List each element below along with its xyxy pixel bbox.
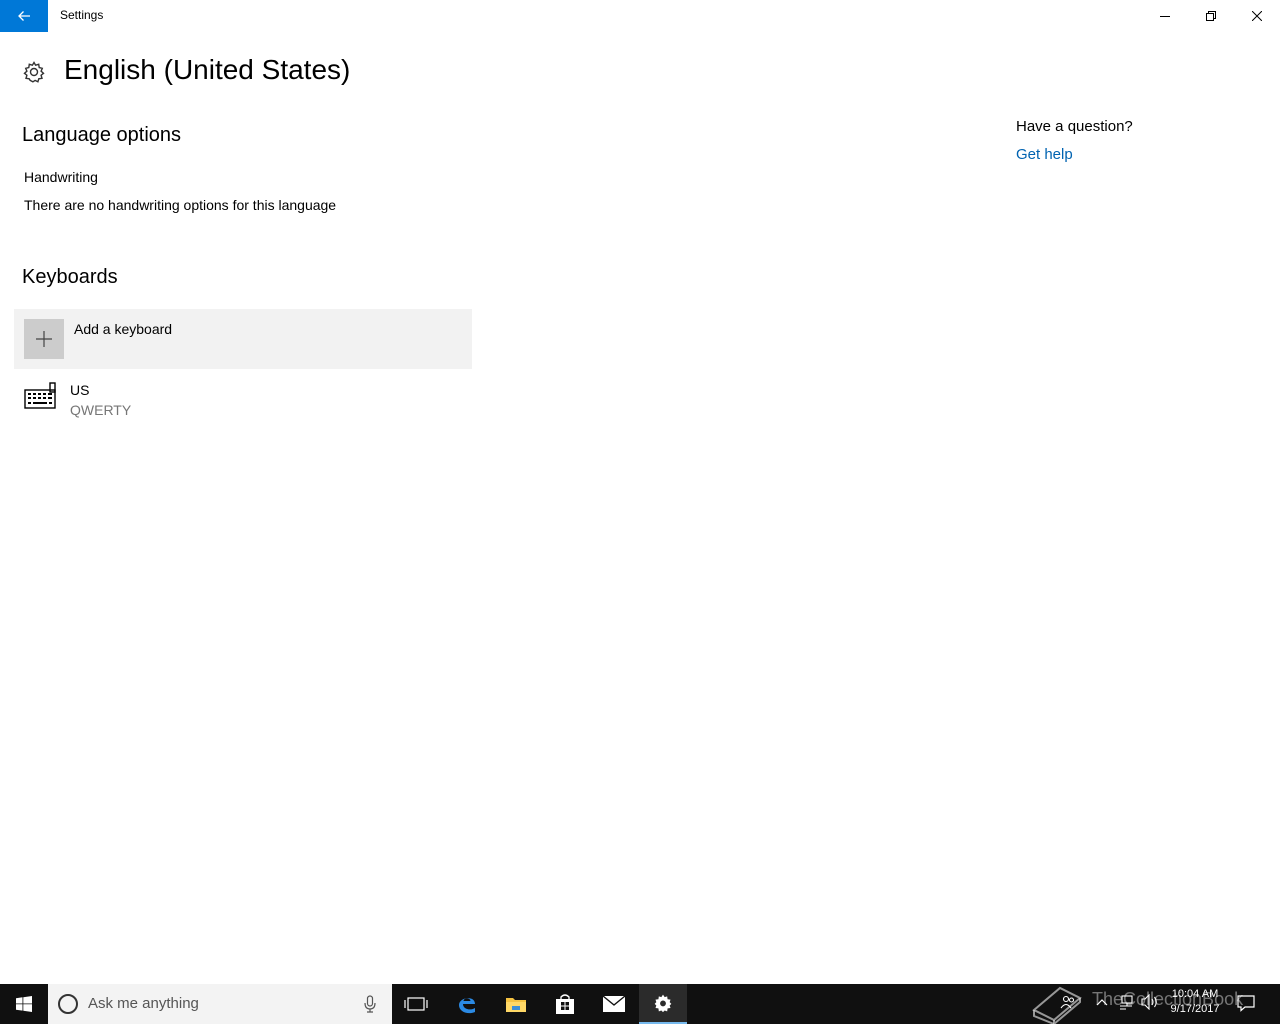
edge-button[interactable] <box>443 984 491 1024</box>
plus-icon <box>24 319 64 359</box>
restore-icon <box>1206 11 1216 21</box>
task-view-icon <box>404 997 428 1011</box>
handwriting-label: Handwriting <box>24 169 98 185</box>
title-bar: Settings <box>0 0 1280 32</box>
start-button[interactable] <box>0 984 48 1024</box>
keyboard-icon <box>24 382 56 409</box>
windows-logo-icon <box>16 996 32 1012</box>
minimize-button[interactable] <box>1142 0 1188 32</box>
show-hidden-icons-button[interactable] <box>1092 992 1112 1012</box>
back-arrow-icon <box>18 11 30 21</box>
close-button[interactable] <box>1234 0 1280 32</box>
keyboard-name: US <box>70 382 90 398</box>
folder-icon <box>506 998 526 1012</box>
network-tray-item[interactable] <box>1116 992 1136 1012</box>
volume-tray-item[interactable] <box>1140 992 1160 1012</box>
settings-taskbar-button[interactable] <box>639 984 687 1024</box>
action-center-icon[interactable] <box>1236 994 1256 1012</box>
chevron-up-icon <box>1096 999 1108 1006</box>
page-title: English (United States) <box>64 54 351 85</box>
volume-icon <box>1141 994 1157 1010</box>
search-placeholder: Ask me anything <box>88 995 199 1012</box>
search-input[interactable]: Ask me anything <box>48 984 392 1024</box>
cortana-icon <box>58 994 78 1014</box>
people-tray-item[interactable] <box>1058 992 1078 1012</box>
language-options-heading: Language options <box>22 124 182 146</box>
help-question: Have a question? <box>1016 118 1133 135</box>
microphone-icon[interactable] <box>362 994 378 1014</box>
clock[interactable]: 10:04 AM 9/17/2017 <box>1160 987 1230 1017</box>
store-button[interactable] <box>541 984 589 1024</box>
file-explorer-button[interactable] <box>492 984 540 1024</box>
settings-gear-icon <box>654 994 672 1013</box>
back-button[interactable] <box>0 0 48 32</box>
clock-time: 10:04 AM <box>1171 988 1219 1000</box>
store-icon <box>556 994 574 1014</box>
mail-button[interactable] <box>590 984 638 1024</box>
keyboard-layout: QWERTY <box>70 402 132 418</box>
gear-icon <box>23 61 45 83</box>
clock-date: 9/17/2017 <box>1170 1003 1220 1015</box>
mail-icon <box>602 995 626 1012</box>
network-icon <box>1120 995 1133 1010</box>
close-icon <box>1252 11 1262 21</box>
people-icon <box>1060 995 1075 1009</box>
handwriting-description: There are no handwriting options for thi… <box>24 197 337 213</box>
add-keyboard-button[interactable]: Add a keyboard <box>14 309 472 369</box>
edge-icon <box>459 998 475 1014</box>
add-keyboard-label: Add a keyboard <box>74 321 173 337</box>
minimize-icon <box>1160 16 1170 17</box>
keyboards-heading: Keyboards <box>22 266 118 288</box>
get-help-link[interactable]: Get help <box>1016 146 1073 163</box>
keyboard-item-us[interactable]: US QWERTY <box>14 376 472 424</box>
restore-button[interactable] <box>1188 0 1234 32</box>
app-title: Settings <box>60 8 104 22</box>
task-view-button[interactable] <box>392 984 440 1024</box>
